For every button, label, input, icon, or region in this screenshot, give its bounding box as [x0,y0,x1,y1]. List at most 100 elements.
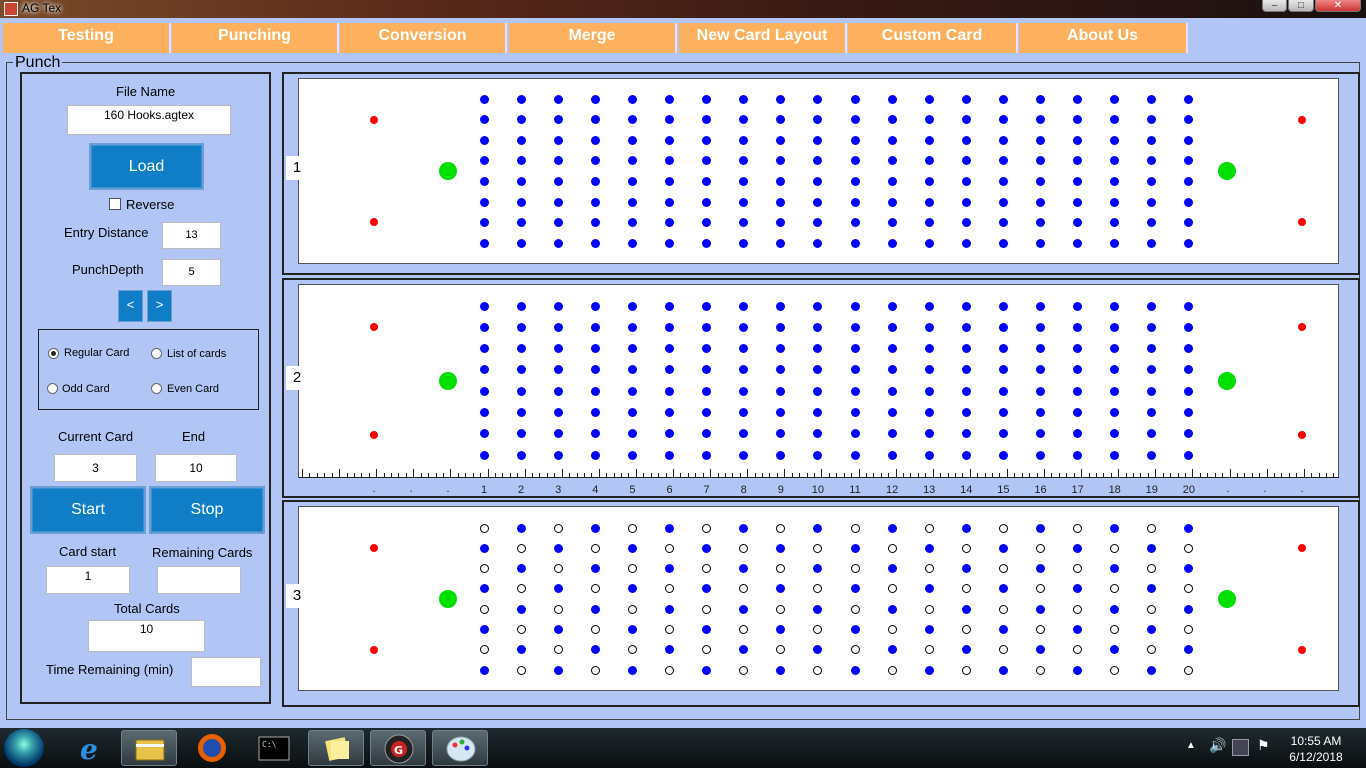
punch-hole[interactable] [1184,156,1194,166]
punch-hole[interactable] [739,584,749,594]
load-button[interactable]: Load [89,143,204,190]
punch-hole[interactable] [887,386,897,396]
punch-hole[interactable] [702,665,712,675]
punch-hole[interactable] [1073,665,1083,675]
punch-hole[interactable] [1147,408,1157,417]
punch-hole[interactable] [590,625,600,634]
punch-hole[interactable] [813,645,823,655]
punch-hole[interactable] [776,115,786,125]
punch-hole[interactable] [1073,450,1083,460]
punch-hole[interactable] [887,365,897,375]
punch-hole[interactable] [1184,301,1194,311]
punch-hole[interactable] [1110,135,1120,145]
stop-button[interactable]: Stop [149,486,265,534]
punch-hole[interactable] [1073,543,1083,553]
punch-hole[interactable] [813,238,823,248]
punch-hole[interactable] [961,115,971,125]
punch-hole[interactable] [1184,322,1194,332]
regular-card-radio[interactable] [48,348,59,359]
punch-hole[interactable] [627,322,637,332]
punch-hole[interactable] [479,584,489,594]
punch-hole[interactable] [739,344,749,354]
punch-hole[interactable] [1073,238,1083,248]
punch-hole[interactable] [887,645,897,655]
punch-hole[interactable] [813,135,823,145]
punch-hole[interactable] [665,564,674,574]
punch-hole[interactable] [1147,135,1157,145]
punch-hole[interactable] [665,322,674,332]
punch-hole[interactable] [1184,625,1194,634]
punch-hole[interactable] [665,94,674,104]
punch-hole[interactable] [702,429,712,439]
firefox-icon[interactable] [184,730,240,766]
punch-hole[interactable] [702,156,712,166]
punch-hole[interactable] [887,344,897,354]
previous-card-button[interactable]: < [118,290,143,322]
punch-hole[interactable] [1147,301,1157,311]
punch-hole[interactable] [516,238,526,248]
punch-hole[interactable] [1110,301,1120,311]
even-card-radio[interactable] [151,383,162,394]
punch-hole[interactable] [887,322,897,332]
punch-hole[interactable] [1110,322,1120,332]
punch-hole[interactable] [1184,584,1194,594]
punch-hole[interactable] [739,135,749,145]
punch-hole[interactable] [924,94,934,104]
punch-hole[interactable] [553,94,563,104]
punch-hole[interactable] [627,301,637,311]
punch-hole[interactable] [776,386,786,396]
punch-hole[interactable] [516,386,526,396]
punch-hole[interactable] [1036,94,1045,104]
punch-hole[interactable] [702,218,712,228]
punch-hole[interactable] [961,584,971,594]
punch-hole[interactable] [516,197,526,207]
punch-hole[interactable] [1110,625,1120,634]
punch-hole[interactable] [1036,176,1045,186]
punch-hole[interactable] [850,429,860,439]
punch-hole[interactable] [1147,386,1157,396]
punch-hole[interactable] [998,584,1008,594]
punch-hole[interactable] [1073,604,1083,614]
punch-hole[interactable] [590,584,600,594]
punch-hole[interactable] [739,543,749,553]
punch-hole[interactable] [813,156,823,166]
punch-hole[interactable] [998,156,1008,166]
punch-hole[interactable] [590,238,600,248]
file-explorer-icon[interactable] [121,730,177,766]
punch-hole[interactable] [479,135,489,145]
punch-hole[interactable] [479,344,489,354]
punch-hole[interactable] [1184,429,1194,439]
punch-hole[interactable] [739,386,749,396]
punch-hole[interactable] [479,115,489,125]
punch-hole[interactable] [479,564,489,574]
punch-hole[interactable] [776,176,786,186]
punch-hole[interactable] [813,523,823,533]
punch-hole[interactable] [627,238,637,248]
volume-icon[interactable]: 🔊 [1209,737,1226,754]
punch-hole[interactable] [776,543,786,553]
punch-hole[interactable] [1110,94,1120,104]
punch-hole[interactable] [1147,115,1157,125]
punch-hole[interactable] [590,176,600,186]
punch-hole[interactable] [1073,625,1083,634]
punch-hole[interactable] [590,218,600,228]
punch-hole[interactable] [1110,604,1120,614]
punch-hole[interactable] [1147,543,1157,553]
punch-hole[interactable] [553,408,563,417]
punch-hole[interactable] [739,365,749,375]
punch-hole[interactable] [665,543,674,553]
punch-hole[interactable] [702,322,712,332]
punch-hole[interactable] [553,450,563,460]
punch-hole[interactable] [702,543,712,553]
punch-hole[interactable] [776,625,786,634]
card-start-field[interactable]: 1 [46,566,130,594]
punch-hole[interactable] [702,604,712,614]
punch-hole[interactable] [1110,408,1120,417]
punch-hole[interactable] [1184,135,1194,145]
punch-hole[interactable] [479,604,489,614]
punch-hole[interactable] [1110,584,1120,594]
punch-hole[interactable] [1110,450,1120,460]
punch-hole[interactable] [776,408,786,417]
punch-hole[interactable] [702,625,712,634]
punch-hole[interactable] [739,665,749,675]
